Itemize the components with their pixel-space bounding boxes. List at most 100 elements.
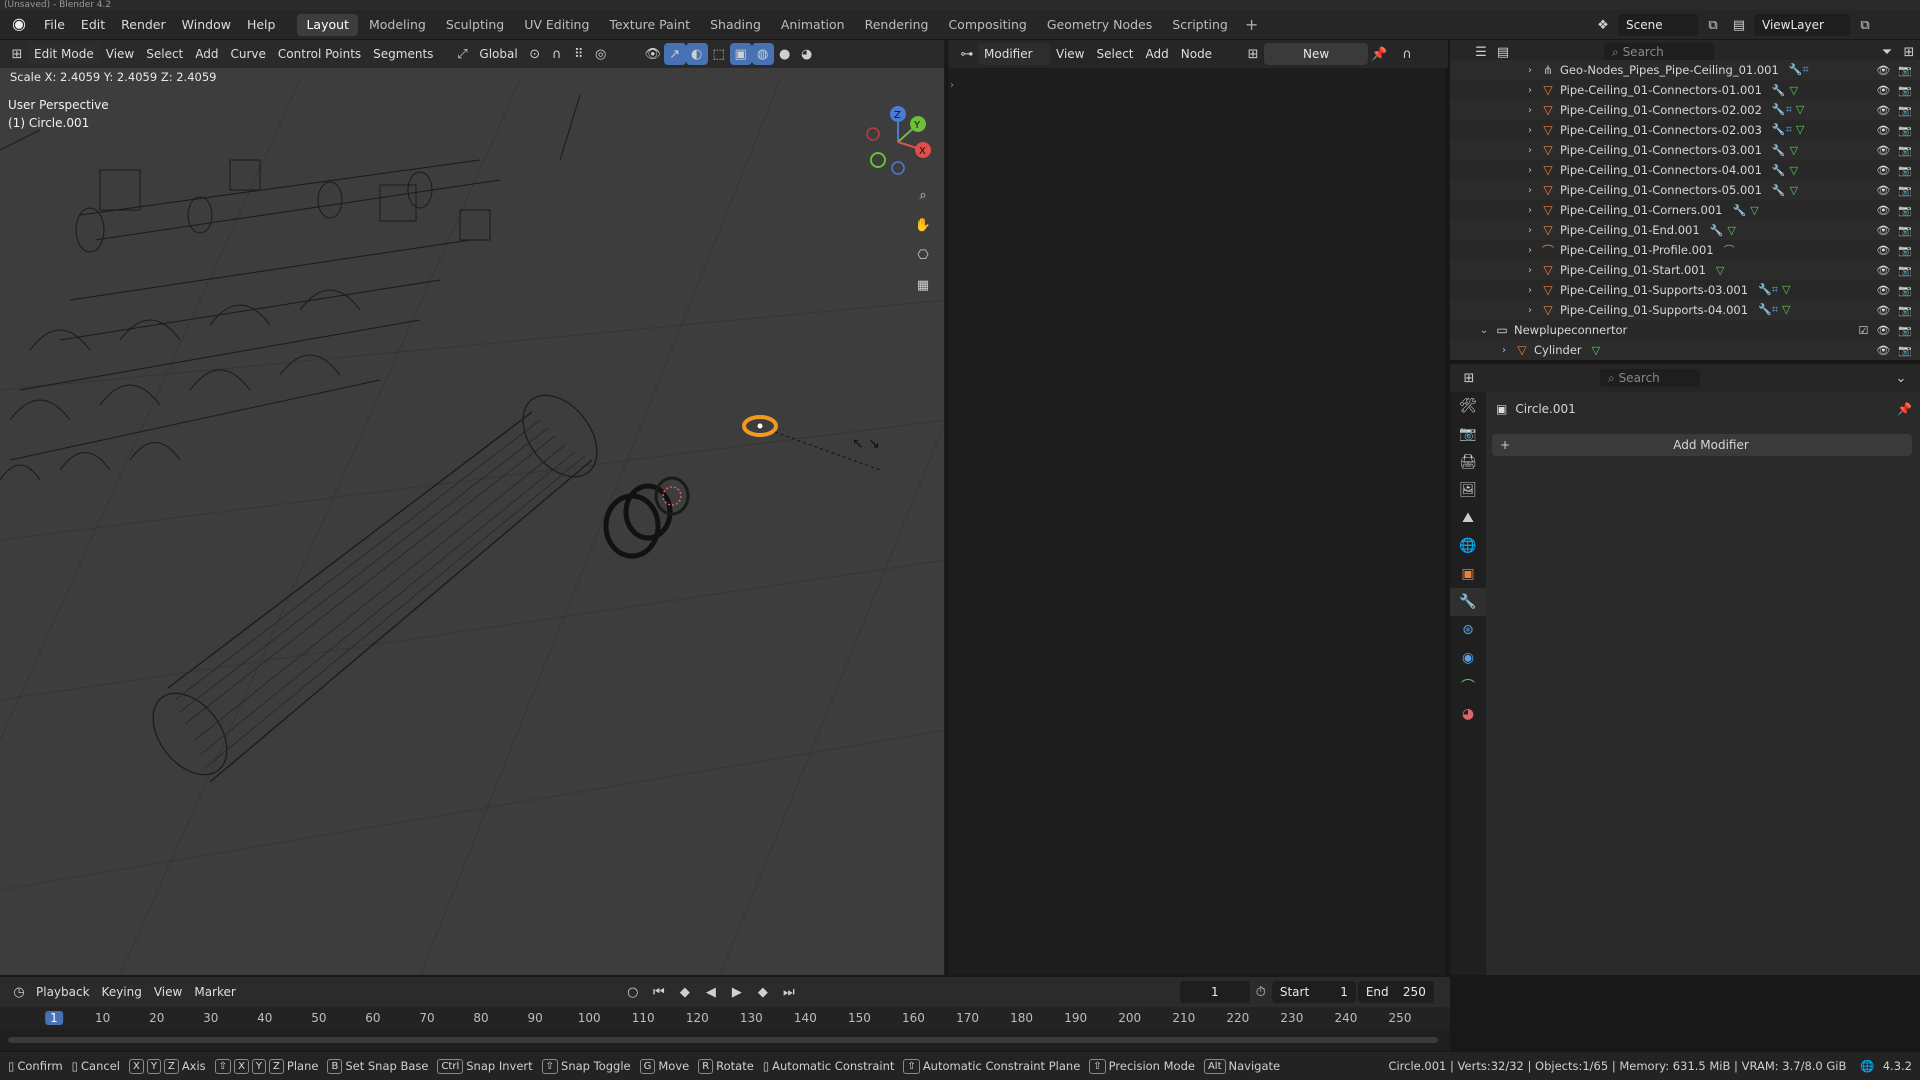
pin-icon[interactable]: 📌 xyxy=(1897,402,1912,416)
eye-icon[interactable]: 👁 xyxy=(1876,104,1890,117)
expand-chevron-icon[interactable]: › xyxy=(1524,205,1536,216)
camera-icon[interactable]: 📷 xyxy=(1898,84,1912,97)
proportional-edit-icon[interactable]: ◎ xyxy=(590,43,612,65)
menu-playback[interactable]: Playback xyxy=(30,981,96,1003)
expand-chevron-icon[interactable]: › xyxy=(1524,145,1536,156)
gizmo-toggle-icon[interactable]: ↗ xyxy=(663,43,686,65)
solid-shading-icon[interactable]: ● xyxy=(774,43,796,65)
gizmo-neg-z[interactable] xyxy=(891,161,905,175)
add-workspace-icon[interactable]: + xyxy=(1239,15,1264,34)
expand-chevron-icon[interactable]: › xyxy=(1524,225,1536,236)
camera-icon[interactable]: 📷 xyxy=(1898,104,1912,117)
camera-icon[interactable]: 📷 xyxy=(1898,164,1912,177)
tab-shading[interactable]: Shading xyxy=(701,14,770,36)
eye-icon[interactable]: 👁 xyxy=(1876,64,1890,77)
zoom-icon[interactable]: ⌕ xyxy=(912,184,934,206)
collapse-chevron-icon[interactable]: ⌄ xyxy=(1478,325,1490,336)
expand-chevron-icon[interactable]: › xyxy=(1524,85,1536,96)
expand-chevron-icon[interactable]: › xyxy=(1524,305,1536,316)
tab-uv-editing[interactable]: UV Editing xyxy=(515,14,598,36)
start-frame-field[interactable]: Start 1 xyxy=(1271,981,1356,1003)
outliner-row[interactable]: › ▽ Pipe-Ceiling_01-Connectors-04.001 🔧 ▽ 👁 📷 xyxy=(1450,160,1920,180)
snap-target-icon[interactable]: ⠿ xyxy=(568,43,590,65)
tab-geometry-nodes[interactable]: Geometry Nodes xyxy=(1038,14,1161,36)
camera-icon[interactable]: 📷 xyxy=(1898,124,1912,137)
camera-icon[interactable]: 📷 xyxy=(1898,344,1912,357)
navigation-gizmo[interactable]: Z Y X xyxy=(858,102,938,182)
outliner-row[interactable]: › ▽ Pipe-Ceiling_01-Corners.001 🔧 ▽ 👁 📷 xyxy=(1450,200,1920,220)
outliner-row[interactable]: › ▽ Pipe-Ceiling_01-Start.001 ▽ 👁 📷 xyxy=(1450,260,1920,280)
tab-modeling[interactable]: Modeling xyxy=(360,14,435,36)
end-frame-field[interactable]: End 250 xyxy=(1357,981,1434,1003)
expand-chevron-icon[interactable]: › xyxy=(1524,65,1536,76)
menu-help[interactable]: Help xyxy=(239,14,284,36)
outliner-row[interactable]: ⌄ ▭ Newplupeconnertor ☑ 👁 📷 xyxy=(1450,320,1920,340)
expand-chevron-icon[interactable]: › xyxy=(1524,125,1536,136)
jump-end-icon[interactable]: ⏭ xyxy=(778,981,800,1003)
expand-chevron-icon[interactable]: › xyxy=(1524,165,1536,176)
menu-control-points[interactable]: Control Points xyxy=(272,43,367,65)
tab-compositing[interactable]: Compositing xyxy=(939,14,1035,36)
visibility-icon[interactable]: 👁 xyxy=(642,43,664,65)
camera-icon[interactable]: 📷 xyxy=(1898,284,1912,297)
timeline-body[interactable] xyxy=(0,1029,1450,1051)
eye-icon[interactable]: 👁 xyxy=(1876,224,1890,237)
tab-rendering[interactable]: Rendering xyxy=(856,14,938,36)
outliner-row[interactable]: › ▽ Pipe-Ceiling_01-Connectors-01.001 🔧 ▽ 👁 📷 xyxy=(1450,80,1920,100)
scene-tab-icon[interactable]: ⛰ xyxy=(1450,504,1486,532)
pin-icon[interactable]: 📌 xyxy=(1368,43,1390,65)
expand-sidebar-icon[interactable]: › xyxy=(950,80,954,91)
outliner[interactable]: ☰ ▤ ⌕ Search ⏷ ⊞ › ⋔ Geo-Nodes_Pipes_Pipe-… xyxy=(1450,40,1920,362)
ne-menu-select[interactable]: Select xyxy=(1090,43,1139,65)
menu-add[interactable]: Add xyxy=(189,43,224,65)
ne-menu-add[interactable]: Add xyxy=(1140,43,1175,65)
eye-icon[interactable]: 👁 xyxy=(1876,244,1890,257)
outliner-search[interactable]: ⌕ Search xyxy=(1604,43,1714,61)
expand-chevron-icon[interactable]: › xyxy=(1524,245,1536,256)
node-type-dropdown[interactable]: Modifier xyxy=(978,43,1050,65)
menu-window[interactable]: Window xyxy=(174,14,239,36)
menu-keying[interactable]: Keying xyxy=(96,981,148,1003)
wireframe-shading-icon[interactable]: ◍ xyxy=(751,43,774,65)
pivot-icon[interactable]: ⊙ xyxy=(524,43,546,65)
checkbox-icon[interactable]: ☑ xyxy=(1858,324,1868,337)
properties-type-icon[interactable]: ⊞ xyxy=(1458,367,1480,389)
eye-icon[interactable]: 👁 xyxy=(1876,304,1890,317)
outliner-row[interactable]: › ⋔ Geo-Nodes_Pipes_Pipe-Ceiling_01.001 🔧⌗ 👁… xyxy=(1450,60,1920,80)
timeline[interactable]: ◷ Playback Keying View Marker ○ ⏮ ◆ ◀ ▶ … xyxy=(0,977,1450,1051)
ne-menu-view[interactable]: View xyxy=(1050,43,1090,65)
eye-icon[interactable]: 👁 xyxy=(1876,264,1890,277)
outliner-row[interactable]: › ▽ Pipe-Ceiling_01-Supports-03.001 🔧⌗ ▽ 👁 📷 xyxy=(1450,280,1920,300)
camera-icon[interactable]: 📷 xyxy=(1898,64,1912,77)
outliner-row[interactable]: › ⌒ Pipe-Ceiling_01-Profile.001 ⌒ 👁 📷 xyxy=(1450,240,1920,260)
properties-search[interactable]: ⌕ Search xyxy=(1600,369,1700,387)
menu-file[interactable]: File xyxy=(36,14,73,36)
tab-animation[interactable]: Animation xyxy=(772,14,854,36)
tab-texture-paint[interactable]: Texture Paint xyxy=(600,14,699,36)
properties-editor[interactable]: ⊞ ⌕ Search ⌄ 🛠 📷 🖨 🖼 ⛰ 🌐 ▣ 🔧 ⊛ ◉ ⌒ ◕ ▣ C… xyxy=(1450,364,1920,975)
transform-orientation-icon[interactable]: ⤢ xyxy=(451,43,473,65)
tab-scripting[interactable]: Scripting xyxy=(1163,14,1237,36)
new-view-layer-icon[interactable]: ⧉ xyxy=(1854,14,1876,36)
timeline-scrollbar[interactable] xyxy=(8,1037,1438,1043)
viewport-scene[interactable]: ↖ ↘ xyxy=(0,40,946,975)
next-keyframe-icon[interactable]: ◆ xyxy=(752,981,774,1003)
view-layer-field[interactable]: ViewLayer xyxy=(1754,14,1850,36)
outliner-row[interactable]: › ▽ Pipe-Ceiling_01-Connectors-02.003 🔧⌗ ▽ 👁 📷 xyxy=(1450,120,1920,140)
eye-icon[interactable]: 👁 xyxy=(1876,204,1890,217)
camera-icon[interactable]: 📷 xyxy=(1898,304,1912,317)
camera-icon[interactable]: 📷 xyxy=(1898,324,1912,337)
prev-keyframe-icon[interactable]: ◆ xyxy=(674,981,696,1003)
outliner-row[interactable]: › ▽ Pipe-Ceiling_01-Connectors-03.001 🔧 ▽ 👁 📷 xyxy=(1450,140,1920,160)
gizmo-neg-x[interactable] xyxy=(866,127,880,141)
menu-timeline-view[interactable]: View xyxy=(148,981,188,1003)
tab-sculpting[interactable]: Sculpting xyxy=(437,14,513,36)
stopwatch-icon[interactable]: ⏱ xyxy=(1250,981,1272,1003)
menu-segments[interactable]: Segments xyxy=(367,43,439,65)
overlay-toggle-icon[interactable]: ◐ xyxy=(685,43,708,65)
node-editor-type-icon[interactable]: ⊶ xyxy=(956,43,978,65)
menu-render[interactable]: Render xyxy=(113,14,174,36)
expand-chevron-icon[interactable]: › xyxy=(1524,285,1536,296)
eye-icon[interactable]: 👁 xyxy=(1876,84,1890,97)
record-icon[interactable]: ○ xyxy=(622,981,644,1003)
